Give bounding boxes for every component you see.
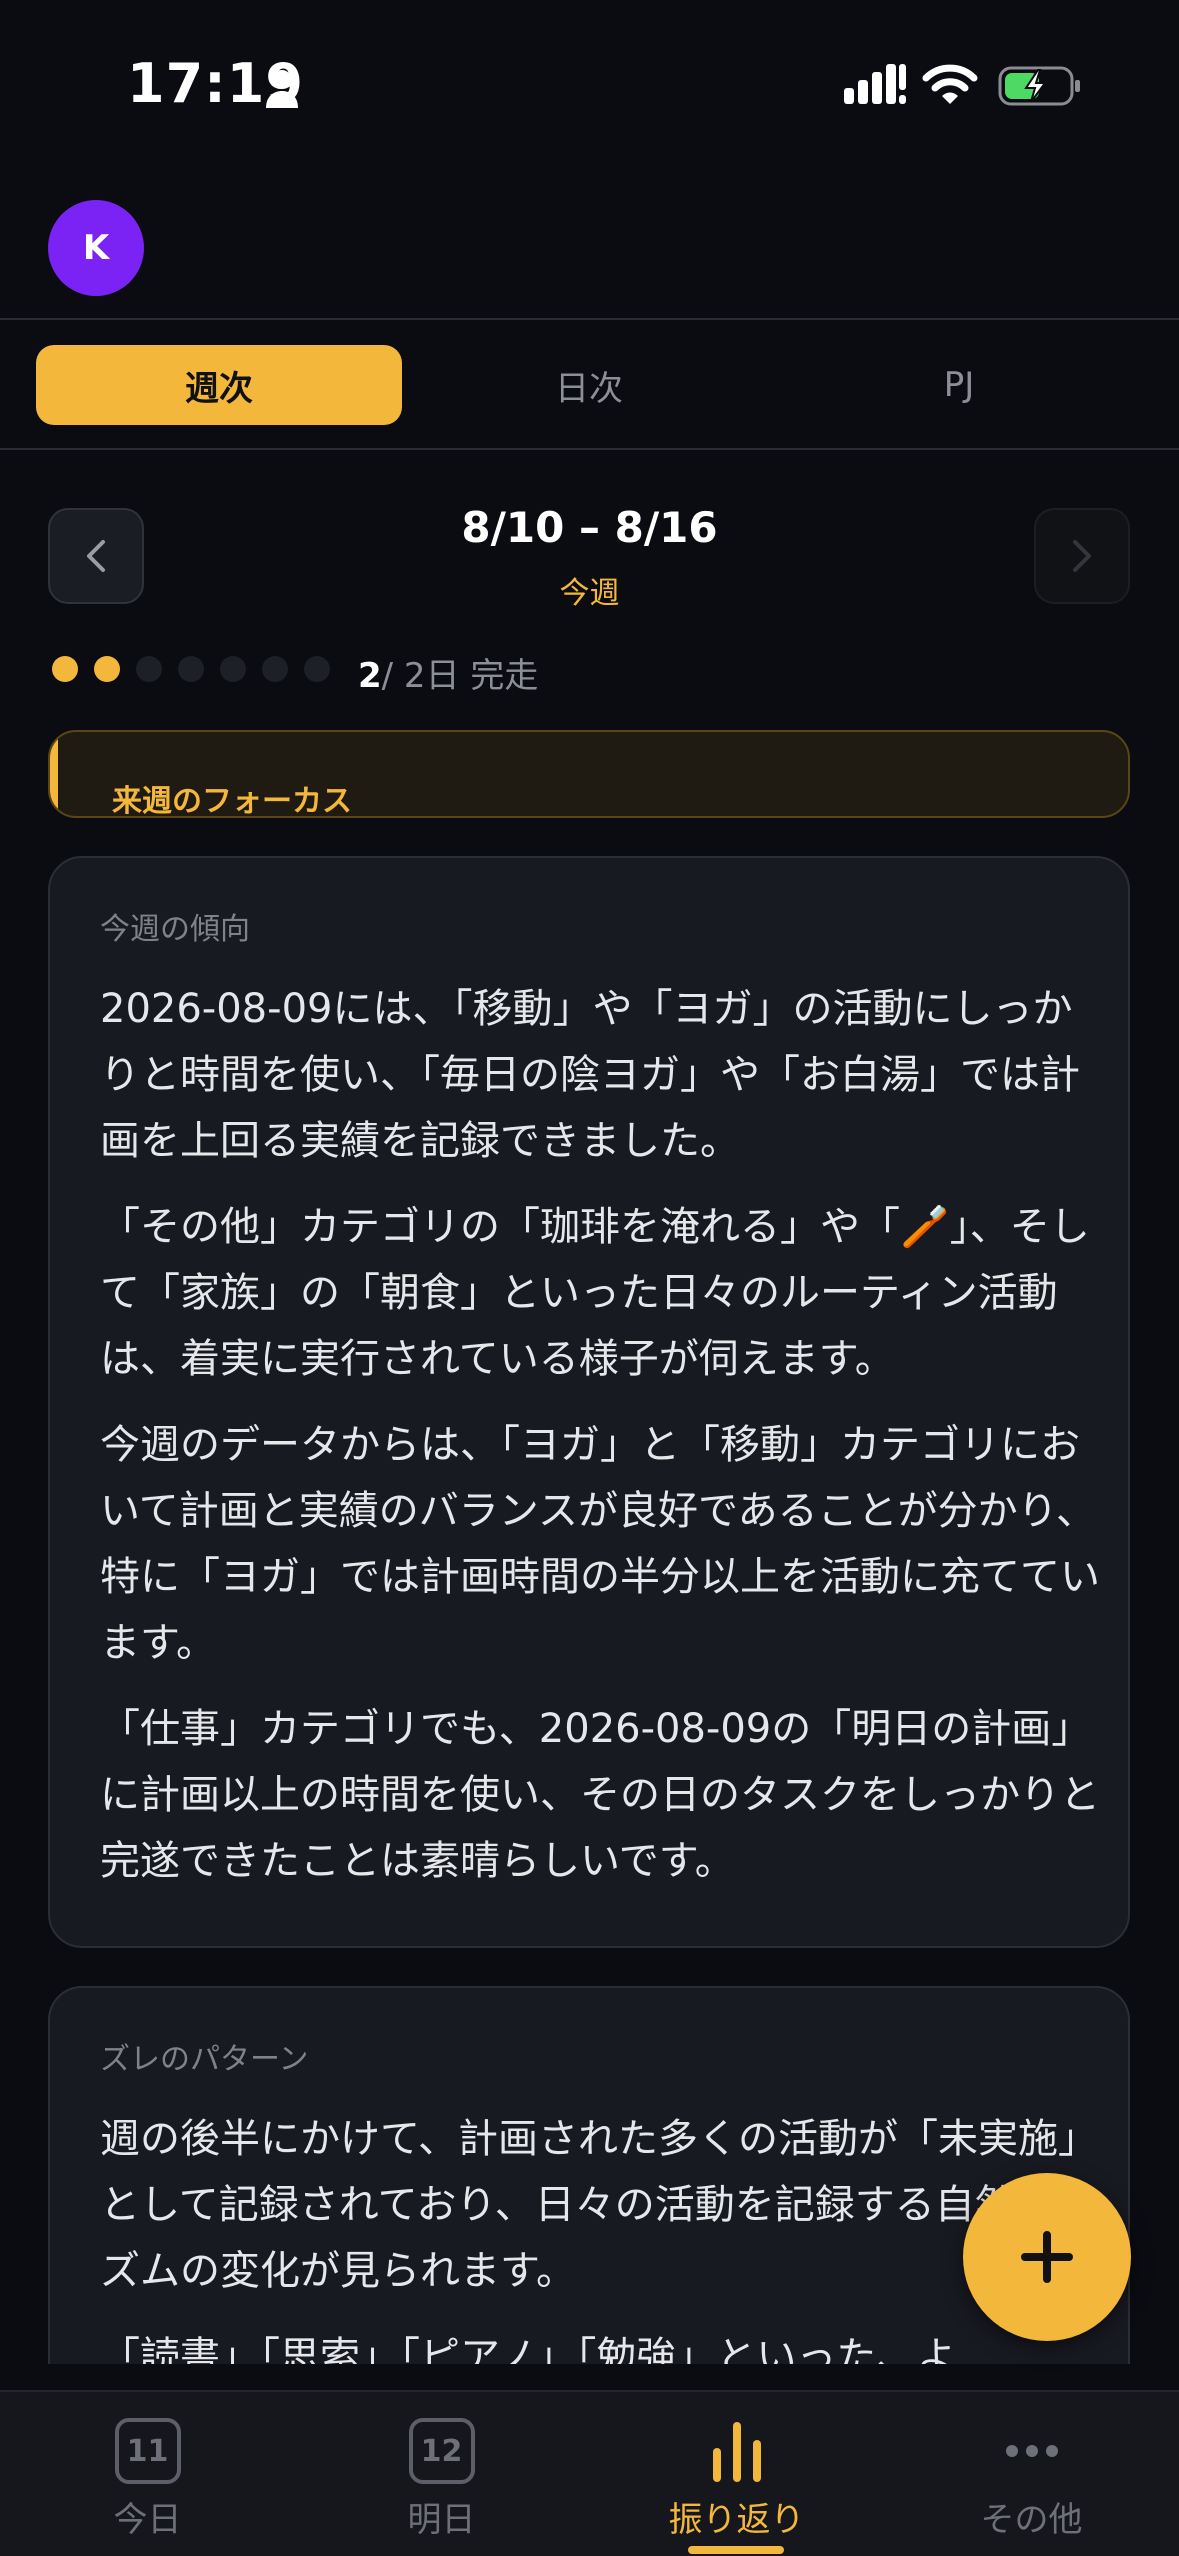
trend-card-label: 今週の傾向	[100, 912, 250, 947]
nav-more-label: その他	[980, 2500, 1083, 2540]
gap-paragraph: 週の後半にかけて、計画された多くの活動が「未実施」として記録されており、日々の活…	[100, 2116, 1098, 2294]
plus-icon	[1021, 2231, 1073, 2283]
active-tab-indicator	[688, 2546, 784, 2554]
trend-paragraph: 今週のデータからは、「ヨガ」と「移動」カテゴリにおいて計画と実績のバランスが良好…	[100, 1422, 1100, 1666]
weekly-trend-card: 今週の傾向 2026-08-09には、「移動」や「ヨガ」の活動にしっかりと時間を…	[48, 856, 1130, 1948]
gap-paragraph: 「読書」「思索」「ピアノ」「勉強」といった、よ	[100, 2334, 957, 2364]
scroll-content[interactable]: 今週の傾向 2026-08-09には、「移動」や「ヨガ」の活動にしっかりと時間を…	[0, 0, 1179, 2364]
more-icon	[1005, 2445, 1058, 2457]
nav-review[interactable]: 振り返り	[589, 2392, 884, 2556]
gap-pattern-card: ズレのパターン 週の後半にかけて、計画された多くの活動が「未実施」として記録され…	[48, 1986, 1130, 2364]
nav-today-label: 今日	[113, 2500, 182, 2540]
app-screen: 17:19 K 週次 日次 PJ 8/10 – 8/16 今週 2/ 2日 完走…	[0, 0, 1179, 2556]
gap-card-label: ズレのパターン	[100, 2042, 309, 2077]
calendar-day-icon: 12	[408, 2418, 475, 2484]
nav-review-label: 振り返り	[668, 2500, 805, 2540]
trend-paragraph: 「その他」カテゴリの「珈琲を淹れる」や「🪥」、そして「家族」の「朝食」といった日…	[100, 1204, 1090, 1382]
nav-today[interactable]: 11 今日	[0, 2392, 295, 2556]
nav-tomorrow[interactable]: 12 明日	[294, 2392, 589, 2556]
calendar-day-icon: 11	[114, 2418, 181, 2484]
bar-chart-icon	[712, 2422, 761, 2482]
nav-tomorrow-label: 明日	[407, 2500, 476, 2540]
add-button[interactable]	[963, 2173, 1131, 2341]
nav-more[interactable]: その他	[884, 2392, 1179, 2556]
trend-paragraph: 2026-08-09には、「移動」や「ヨガ」の活動にしっかりと時間を使い、「毎日…	[100, 986, 1080, 1164]
bottom-navigation: 11 今日 12 明日 振り返り その他	[0, 2390, 1179, 2556]
trend-paragraph: 「仕事」カテゴリでも、2026-08-09の「明日の計画」に計画以上の時間を使い…	[100, 1706, 1100, 1884]
